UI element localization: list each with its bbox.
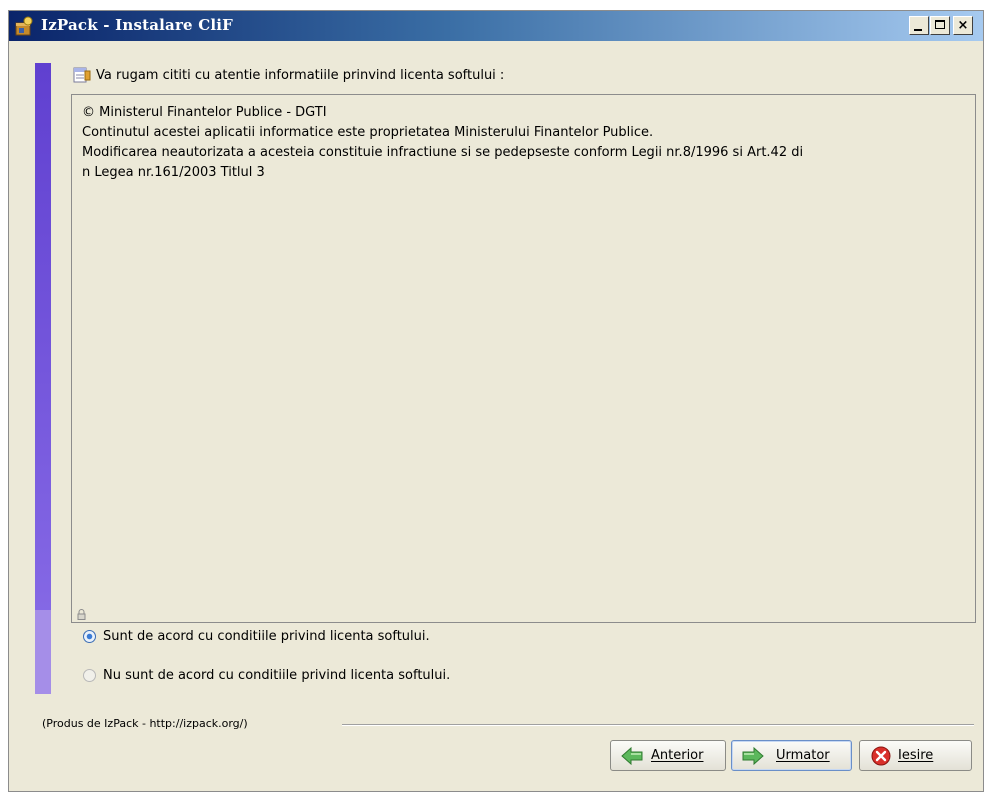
minimize-icon (914, 29, 922, 31)
license-line: Continutul acestei aplicatii informatice… (82, 125, 654, 140)
installer-window: IzPack - Instalare CliF × Va rugam citit… (8, 10, 984, 792)
license-text-area[interactable]: © Ministerul Finantelor Publice - DGTI C… (71, 94, 976, 623)
license-line: Modificarea neautorizata a acesteia cons… (82, 145, 804, 160)
izpack-app-icon (15, 16, 33, 36)
minimize-button[interactable] (909, 16, 929, 35)
license-line: n Legea nr.161/2003 Titlul 3 (82, 165, 265, 180)
close-icon: × (957, 18, 969, 33)
accept-radio[interactable] (83, 630, 96, 643)
license-document-icon (73, 67, 91, 83)
previous-button[interactable]: Anterior (610, 740, 726, 771)
exit-button[interactable]: Iesire (859, 740, 972, 771)
previous-label: Anterior (651, 748, 704, 763)
close-circle-icon (871, 746, 891, 766)
maximize-button[interactable] (930, 16, 950, 35)
accept-label[interactable]: Sunt de acord cu conditiile privind lice… (103, 629, 430, 644)
footer-separator (342, 724, 974, 726)
decline-label[interactable]: Nu sunt de acord cu conditiile privind l… (103, 668, 450, 683)
license-line: © Ministerul Finantelor Publice - DGTI (82, 105, 327, 120)
next-label: Urmator (776, 748, 830, 763)
close-button[interactable]: × (953, 16, 973, 35)
window-title: IzPack - Instalare CliF (41, 16, 234, 34)
sidebar-lower-segment (35, 610, 51, 694)
arrow-left-icon (621, 746, 643, 766)
decline-radio[interactable] (83, 669, 96, 682)
izpack-credit: (Produs de IzPack - http://izpack.org/) (42, 717, 248, 730)
title-bar[interactable]: IzPack - Instalare CliF × (9, 11, 983, 41)
next-button[interactable]: Urmator (731, 740, 852, 771)
license-text: © Ministerul Finantelor Publice - DGTI C… (82, 103, 962, 183)
arrow-right-icon (742, 746, 764, 766)
maximize-icon (935, 20, 945, 29)
progress-sidebar (35, 63, 51, 694)
exit-label: Iesire (898, 748, 934, 763)
panel-header-text: Va rugam cititi cu atentie informatiile … (96, 68, 505, 83)
lock-icon (77, 609, 86, 620)
